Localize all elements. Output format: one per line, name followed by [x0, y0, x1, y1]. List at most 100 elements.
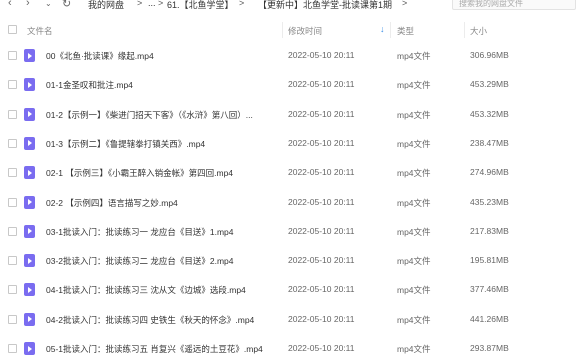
video-file-icon [24, 224, 35, 238]
file-type: mp4文件 [397, 138, 431, 149]
file-size: 274.96MB [470, 167, 509, 178]
file-size: 238.47MB [470, 137, 509, 148]
file-type: mp4文件 [397, 109, 431, 120]
file-row[interactable]: 03-1批读入门：批读练习一 龙应台《目送》1.mp4 2022-05-10 20… [0, 217, 576, 246]
file-type: mp4文件 [397, 285, 431, 296]
file-row[interactable]: 02-2 【示例四】语言描写之妙.mp4 2022-05-10 20:11 mp4文… [0, 188, 576, 217]
video-file-icon [24, 342, 35, 355]
file-modified-date: 2022-05-10 20:11 [288, 108, 355, 119]
file-row[interactable]: 03-2批读入门：批读练习二 龙应台《目送》2.mp4 2022-05-10 20… [0, 246, 576, 275]
breadcrumb-separator: > [239, 0, 245, 8]
search-box[interactable] [452, 0, 576, 10]
file-name[interactable]: 05-1批读入门：批读练习五 肖复兴《遥远的土豆花》.mp4 [46, 343, 263, 355]
file-modified-date: 2022-05-10 20:11 [288, 284, 355, 295]
file-name[interactable]: 02-2 【示例四】语言描写之妙.mp4 [46, 197, 178, 209]
file-modified-date: 2022-05-10 20:11 [288, 255, 355, 266]
video-file-icon [24, 166, 35, 180]
breadcrumb-separator: > [137, 0, 143, 8]
breadcrumb-separator: > [158, 0, 164, 8]
file-size: 377.46MB [470, 284, 509, 295]
column-divider [282, 22, 283, 38]
file-type: mp4文件 [397, 197, 431, 208]
file-size: 441.26MB [470, 313, 509, 324]
file-name[interactable]: 02-1 【示例三】《小霸王醉入销金帐》第四回.mp4 [46, 167, 233, 179]
file-size: 453.29MB [470, 79, 509, 90]
row-checkbox[interactable] [8, 314, 17, 324]
row-checkbox[interactable] [8, 226, 17, 236]
row-checkbox[interactable] [8, 138, 17, 148]
chevron-left-icon[interactable]: ‹ [8, 0, 12, 9]
chevron-down-icon[interactable]: ⌄ [45, 0, 52, 8]
file-row[interactable]: 02-1 【示例三】《小霸王醉入销金帐》第四回.mp4 2022-05-10 20… [0, 158, 576, 187]
row-checkbox[interactable] [8, 51, 17, 60]
file-row[interactable]: 01-2【示例一】《柴进门招天下客》（《水浒》第八回）... 2022-05-10… [0, 100, 576, 129]
file-size: 293.87MB [470, 343, 509, 353]
video-file-icon [24, 195, 35, 209]
column-divider [390, 22, 391, 38]
file-type: mp4文件 [397, 314, 431, 325]
file-name[interactable]: 03-1批读入门：批读练习一 龙应台《目送》1.mp4 [46, 226, 234, 238]
file-name[interactable]: 03-2批读入门：批读练习二 龙应台《目送》2.mp4 [46, 255, 234, 267]
file-type: mp4文件 [397, 80, 431, 91]
file-type: mp4文件 [397, 226, 431, 237]
row-checkbox[interactable] [8, 109, 17, 119]
file-row[interactable]: 05-1批读入门：批读练习五 肖复兴《遥远的土豆花》.mp4 2022-05-10… [0, 334, 576, 356]
file-modified-date: 2022-05-10 20:11 [288, 196, 355, 207]
search-input[interactable] [453, 0, 575, 9]
file-row[interactable]: 00《北鱼·批读课》缘起.mp4 2022-05-10 20:11 mp4文件 306… [0, 41, 576, 70]
breadcrumb-ellipsis[interactable]: ... [148, 0, 156, 8]
row-checkbox[interactable] [8, 285, 17, 295]
column-header-size[interactable]: 大小 [470, 25, 487, 37]
file-row[interactable]: 04-2批读入门：批读练习四 史铁生《秋天的怀念》.mp4 2022-05-10 … [0, 305, 576, 334]
breadcrumb-separator: > [402, 0, 408, 8]
file-row[interactable]: 01-1金圣叹和批注.mp4 2022-05-10 20:11 mp4文件 453.2… [0, 70, 576, 99]
chevron-right-icon[interactable]: › [26, 0, 30, 9]
file-row[interactable]: 04-1批读入门：批读练习三 沈从文《边城》选段.mp4 2022-05-10 2… [0, 275, 576, 304]
file-modified-date: 2022-05-10 20:11 [288, 225, 355, 236]
file-type: mp4文件 [397, 168, 431, 179]
column-header-name[interactable]: 文件名 [27, 25, 53, 37]
file-size: 306.96MB [470, 50, 509, 60]
video-file-icon [24, 49, 35, 62]
row-checkbox[interactable] [8, 344, 17, 353]
arrow-down-icon[interactable]: ↓ [380, 24, 385, 34]
file-size: 195.81MB [470, 255, 509, 266]
file-name[interactable]: 04-1批读入门：批读练习三 沈从文《边城》选段.mp4 [46, 284, 246, 296]
row-checkbox[interactable] [8, 168, 17, 178]
video-file-icon [24, 107, 35, 121]
file-name[interactable]: 01-1金圣叹和批注.mp4 [46, 79, 133, 91]
column-header-date[interactable]: 修改时间 [288, 25, 322, 37]
file-type: mp4文件 [397, 51, 431, 61]
file-name[interactable]: 01-2【示例一】《柴进门招天下客》（《水浒》第八回）... [46, 109, 253, 121]
file-modified-date: 2022-05-10 20:11 [288, 313, 355, 324]
file-type: mp4文件 [397, 256, 431, 267]
refresh-icon[interactable]: ↻ [62, 0, 71, 10]
file-modified-date: 2022-05-10 20:11 [288, 167, 355, 178]
file-row[interactable]: 01-3【示例二】《鲁提辖拳打镇关西》.mp4 2022-05-10 20:11 m… [0, 129, 576, 158]
file-size: 435.23MB [470, 196, 509, 207]
video-file-icon [24, 78, 35, 92]
breadcrumb-folder-61[interactable]: 61.【北鱼学堂】 [167, 0, 234, 11]
file-name[interactable]: 00《北鱼·批读课》缘起.mp4 [46, 50, 154, 62]
breadcrumb-current-folder[interactable]: 【更新中】北鱼学堂-批读课第1期 [258, 0, 392, 11]
file-name[interactable]: 04-2批读入门：批读练习四 史铁生《秋天的怀念》.mp4 [46, 314, 254, 326]
row-checkbox[interactable] [8, 256, 17, 266]
file-modified-date: 2022-05-10 20:11 [288, 79, 355, 90]
video-file-icon [24, 254, 35, 268]
video-file-icon [24, 136, 35, 150]
row-checkbox[interactable] [8, 80, 17, 90]
video-file-icon [24, 283, 35, 297]
column-divider [464, 22, 465, 38]
row-checkbox[interactable] [8, 197, 17, 207]
navigation-bar: ‹ › ⌄ ↻ 我的网盘 > ... > 61.【北鱼学堂】 > 【更新中】北鱼… [0, 0, 576, 12]
video-file-icon [24, 312, 35, 326]
file-modified-date: 2022-05-10 20:11 [288, 50, 355, 60]
file-list-header: 文件名 修改时间 ↓ 类型 大小 [0, 19, 576, 41]
file-type: mp4文件 [397, 344, 431, 354]
file-name[interactable]: 01-3【示例二】《鲁提辖拳打镇关西》.mp4 [46, 138, 205, 150]
breadcrumb-home[interactable]: 我的网盘 [88, 0, 124, 11]
file-modified-date: 2022-05-10 20:11 [288, 137, 355, 148]
select-all-checkbox[interactable] [8, 25, 17, 34]
file-size: 453.32MB [470, 108, 509, 119]
column-header-type[interactable]: 类型 [397, 25, 414, 37]
